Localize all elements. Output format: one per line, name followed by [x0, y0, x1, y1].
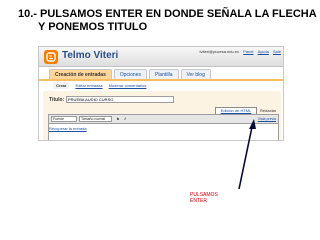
size-select[interactable]: Tamaño normal [79, 116, 112, 122]
user-email: tviteri@pucesa.edu.ec [199, 49, 240, 54]
subtab-crear[interactable]: Crear [53, 82, 70, 89]
font-select[interactable]: Fuente [51, 116, 77, 122]
annotation-line-2: ENTER [190, 198, 207, 204]
tab-edicion-de-html[interactable]: Edición de HTML [215, 107, 257, 114]
heading-line-2: Y PONEMOS TITULO [38, 21, 148, 33]
panel-link[interactable]: Panel [243, 49, 253, 54]
bold-button[interactable]: b [115, 116, 121, 122]
tab-ver-blog[interactable]: Ver blog [180, 69, 211, 79]
logout-link[interactable]: Salir [273, 49, 281, 54]
title-label: Título: [49, 97, 65, 103]
subtab-editar-entradas[interactable]: Editar entradas [75, 82, 102, 89]
subtab-moderar-comentarios[interactable]: Moderar comentarios [109, 82, 147, 89]
main-tabs: Creación de entradas Opciones Plantilla … [49, 69, 213, 79]
title-input[interactable] [66, 96, 174, 103]
user-links: tviteri@pucesa.edu.ec Panel Ayuda Salir [196, 49, 281, 54]
tab-redactar[interactable]: Redactar [260, 107, 276, 114]
italic-button[interactable]: i [122, 116, 128, 122]
tab-strip [39, 79, 283, 81]
top-bar: Telmo Viteri tviteri@pucesa.edu.ec Panel… [39, 47, 283, 67]
preview-link[interactable]: Vista previa [258, 116, 276, 122]
editor-toolbar: Fuente Tamaño normal b i Vista previa [48, 114, 279, 124]
heading-line-1: 10.- PULSAMOS ENTER EN DONDE SEÑALA LA F… [18, 8, 317, 20]
blogger-logo-icon[interactable] [44, 50, 58, 64]
blog-name: Telmo Viteri [62, 50, 119, 61]
recover-post-link[interactable]: Recuperar la entrada [49, 126, 87, 131]
help-link[interactable]: Ayuda [258, 49, 269, 54]
tab-plantilla[interactable]: Plantilla [148, 69, 179, 79]
arrow-annotation: PULSAMOS ENTER [190, 192, 218, 204]
slide-heading: 10.- PULSAMOS ENTER EN DONDE SEÑALA LA F… [18, 8, 317, 34]
sub-tabs: Crear Editar entradas Moderar comentario… [53, 82, 152, 89]
tab-creacion-de-entradas[interactable]: Creación de entradas [49, 69, 112, 79]
blogger-screenshot: Telmo Viteri tviteri@pucesa.edu.ec Panel… [38, 46, 284, 141]
tab-opciones[interactable]: Opciones [113, 69, 147, 79]
post-editor-panel: Título: Edición de HTML Redactar Fuente … [43, 91, 281, 140]
